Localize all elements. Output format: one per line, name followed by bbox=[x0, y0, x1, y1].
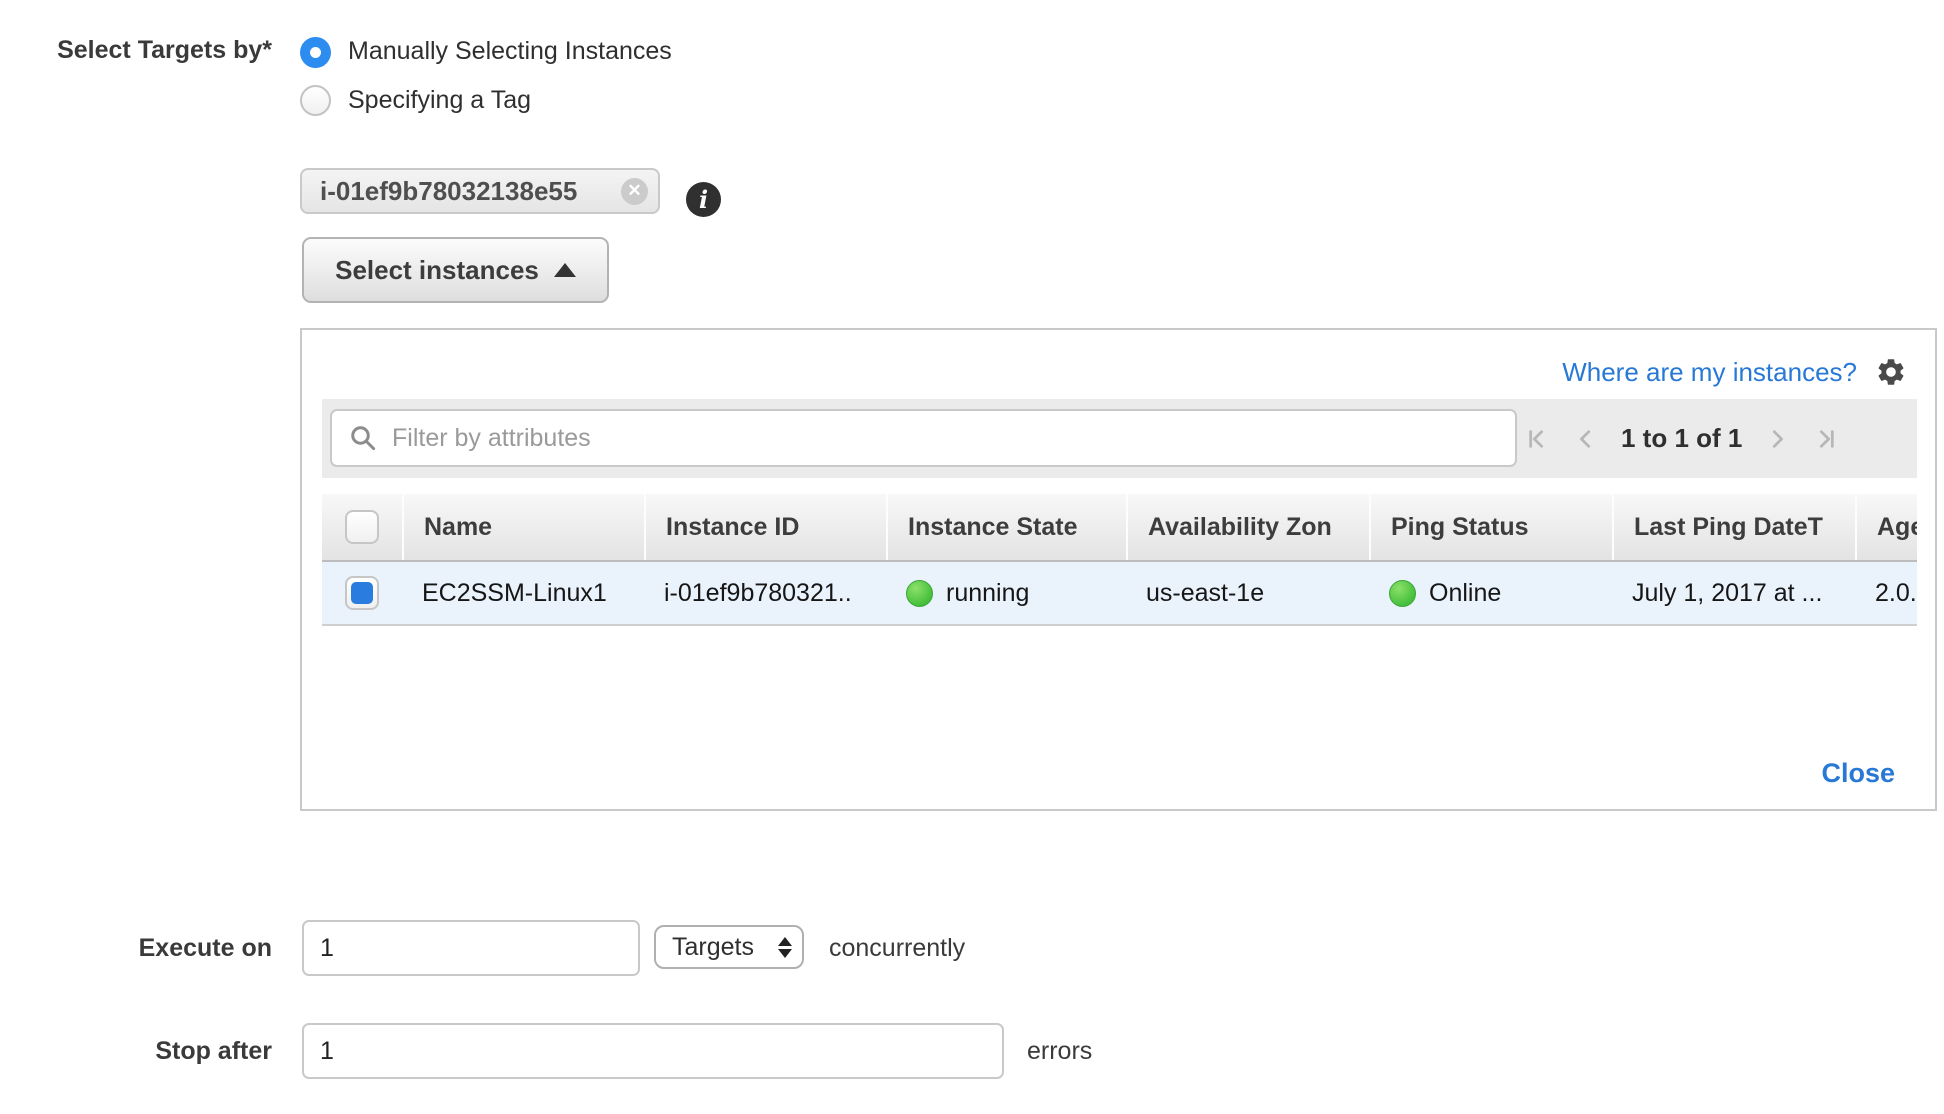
column-header-agent-version[interactable]: Agent bbox=[1855, 494, 1917, 560]
info-icon[interactable]: i bbox=[686, 182, 721, 217]
selected-instance-chip: i-01ef9b78032138e55 ✕ bbox=[300, 168, 660, 214]
column-header-ping-status[interactable]: Ping Status bbox=[1369, 494, 1612, 560]
instances-picker-panel: Where are my instances? bbox=[300, 328, 1937, 811]
errors-label: errors bbox=[1027, 1037, 1092, 1066]
select-targets-by-label: Select Targets by* bbox=[20, 36, 272, 65]
instances-table-header: Name Instance ID Instance State Availabi… bbox=[322, 494, 1917, 562]
last-page-icon[interactable] bbox=[1814, 425, 1836, 453]
column-header-instance-state[interactable]: Instance State bbox=[886, 494, 1126, 560]
column-header-availability-zone[interactable]: Availability Zon bbox=[1126, 494, 1369, 560]
cell-last-ping-datetime: July 1, 2017 at ... bbox=[1612, 562, 1855, 624]
selected-instance-id: i-01ef9b78032138e55 bbox=[320, 176, 621, 207]
stop-after-errors-input[interactable] bbox=[302, 1023, 1004, 1079]
cell-instance-id: i-01ef9b780321.. bbox=[644, 562, 886, 624]
instance-table-row[interactable]: EC2SSM-Linux1 i-01ef9b780321.. running u… bbox=[322, 562, 1917, 626]
select-instances-button[interactable]: Select instances bbox=[302, 237, 609, 303]
row-checkbox[interactable] bbox=[322, 562, 402, 624]
column-header-instance-id[interactable]: Instance ID bbox=[644, 494, 886, 560]
filter-box bbox=[330, 409, 1517, 467]
cell-name: EC2SSM-Linux1 bbox=[402, 562, 644, 624]
pagination: 1 to 1 of 1 bbox=[1527, 399, 1836, 478]
targets-unit-select[interactable]: Targets bbox=[654, 925, 804, 969]
radio-label-manually-selecting-instances[interactable]: Manually Selecting Instances bbox=[348, 37, 672, 66]
radio-specifying-a-tag[interactable] bbox=[300, 85, 331, 116]
running-status-icon bbox=[906, 580, 933, 607]
execute-on-count-input[interactable] bbox=[302, 920, 640, 976]
targets-unit-value: Targets bbox=[672, 933, 754, 962]
search-icon bbox=[348, 423, 378, 453]
table-toolbar: 1 to 1 of 1 bbox=[322, 399, 1917, 478]
cell-instance-state: running bbox=[886, 562, 1126, 624]
cell-agent-version: 2.0.8 bbox=[1855, 562, 1917, 624]
filter-by-attributes-input[interactable] bbox=[392, 424, 1515, 453]
first-page-icon[interactable] bbox=[1527, 425, 1549, 453]
chevron-up-icon bbox=[554, 263, 576, 277]
execute-on-label: Execute on bbox=[20, 934, 272, 963]
next-page-icon[interactable] bbox=[1766, 425, 1788, 453]
gear-icon[interactable] bbox=[1875, 356, 1907, 388]
stop-after-label: Stop after bbox=[20, 1037, 272, 1066]
column-header-name[interactable]: Name bbox=[402, 494, 644, 560]
column-header-last-ping-datetime[interactable]: Last Ping DateT bbox=[1612, 494, 1855, 560]
where-are-my-instances-link[interactable]: Where are my instances? bbox=[1562, 357, 1857, 388]
cell-availability-zone: us-east-1e bbox=[1126, 562, 1369, 624]
close-link[interactable]: Close bbox=[1821, 758, 1895, 789]
radio-manually-selecting-instances[interactable] bbox=[300, 37, 331, 68]
cell-ping-status: Online bbox=[1369, 562, 1612, 624]
stepper-arrows-icon bbox=[778, 937, 792, 958]
pagination-range-label: 1 to 1 of 1 bbox=[1621, 423, 1742, 454]
run-command-targets-form: Select Targets by* Manually Selecting In… bbox=[0, 0, 1944, 1114]
online-status-icon bbox=[1389, 580, 1416, 607]
remove-instance-icon[interactable]: ✕ bbox=[621, 178, 648, 205]
radio-label-specifying-a-tag[interactable]: Specifying a Tag bbox=[348, 86, 531, 115]
select-instances-button-label: Select instances bbox=[335, 255, 539, 286]
select-all-checkbox[interactable] bbox=[322, 494, 402, 560]
concurrently-label: concurrently bbox=[829, 934, 965, 963]
previous-page-icon[interactable] bbox=[1575, 425, 1597, 453]
